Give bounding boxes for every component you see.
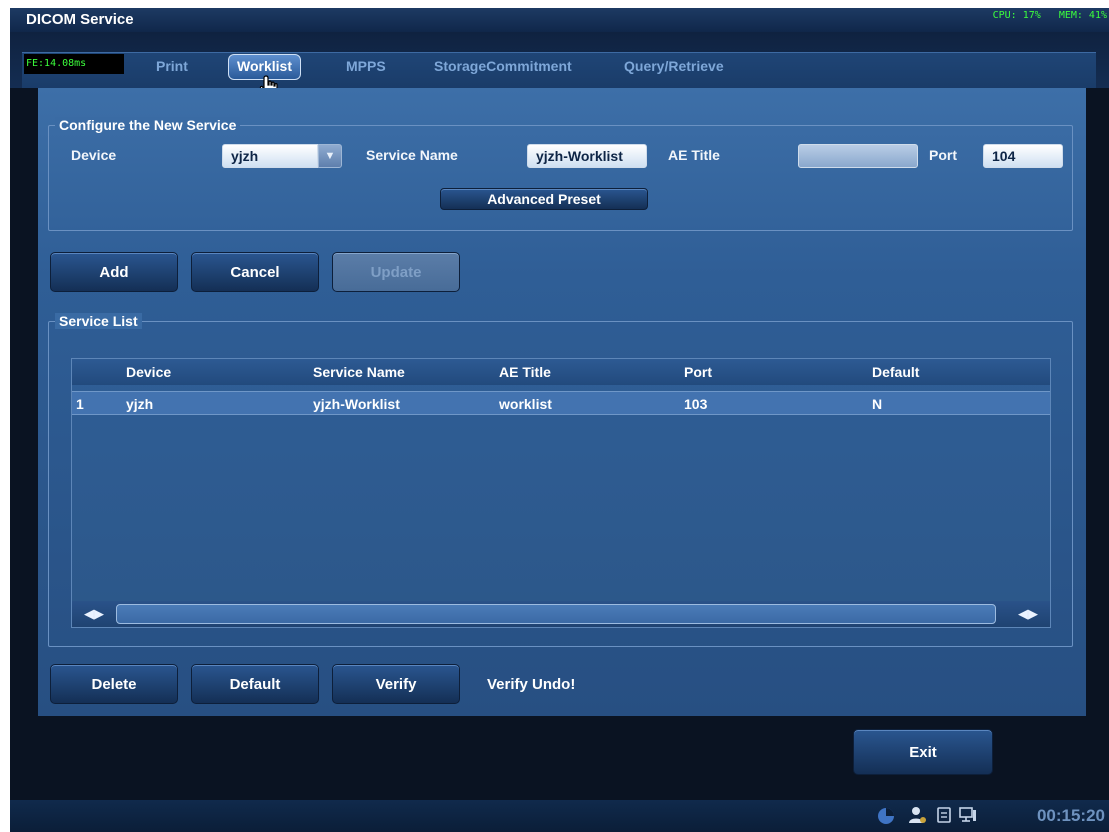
network-icon[interactable] (958, 804, 978, 826)
scroll-track[interactable] (116, 604, 996, 624)
row-device: yjzh (126, 396, 154, 412)
configure-group-legend: Configure the New Service (55, 117, 241, 133)
table-row[interactable]: 1 yjzh yjzh-Worklist worklist 103 N (72, 391, 1050, 415)
mem-readout: MEM: 41% (1058, 10, 1107, 21)
column-default[interactable]: Default (872, 364, 919, 380)
configure-group: Configure the New Service (48, 117, 1073, 231)
device-label: Device (71, 147, 117, 163)
tab-mpps[interactable]: MPPS (346, 58, 386, 74)
cpu-readout: CPU: 17% (992, 10, 1041, 21)
advanced-preset-button[interactable]: Advanced Preset (440, 188, 648, 210)
column-port[interactable]: Port (684, 364, 712, 380)
default-button[interactable]: Default (191, 664, 319, 704)
disk-usage-icon[interactable] (876, 804, 896, 826)
column-device[interactable]: Device (126, 364, 171, 380)
service-name-input[interactable] (527, 144, 647, 168)
service-name-label: Service Name (366, 147, 458, 163)
add-button[interactable]: Add (50, 252, 178, 292)
row-default: N (872, 396, 883, 412)
row-service-name: yjzh-Worklist (313, 396, 400, 412)
row-port: 103 (684, 396, 708, 412)
ae-title-input[interactable] (798, 144, 918, 168)
tab-print[interactable]: Print (156, 58, 188, 74)
ae-title-label: AE Title (668, 147, 720, 163)
port-label: Port (929, 147, 957, 163)
verify-button[interactable]: Verify (332, 664, 460, 704)
exit-button[interactable]: Exit (853, 729, 993, 775)
user-icon[interactable] (908, 804, 928, 826)
frame-time-readout: FE:14.08ms (24, 54, 124, 74)
tab-storage-commitment[interactable]: StorageCommitment (434, 58, 572, 74)
clock: 00:15:20 (1036, 806, 1105, 825)
update-button: Update (332, 252, 460, 292)
verify-status-text: Verify Undo! (487, 676, 576, 693)
window-title: DICOM Service (26, 11, 134, 28)
table-header: Device Service Name AE Title Port Defaul… (72, 359, 1050, 385)
tab-strip: FE:14.08ms Print Worklist MPPS StorageCo… (10, 32, 1109, 88)
cancel-button[interactable]: Cancel (191, 252, 319, 292)
screen-border-top (0, 0, 1109, 8)
device-select[interactable] (222, 144, 318, 168)
tab-query-retrieve[interactable]: Query/Retrieve (624, 58, 724, 74)
service-table: Device Service Name AE Title Port Defaul… (71, 358, 1051, 628)
column-service-name[interactable]: Service Name (313, 364, 405, 380)
title-bar: DICOM Service CPU: 17% MEM: 41% (10, 8, 1109, 32)
row-index: 1 (76, 396, 84, 412)
chevron-down-icon[interactable]: ▼ (318, 144, 342, 168)
delete-button[interactable]: Delete (50, 664, 178, 704)
column-ae-title[interactable]: AE Title (499, 364, 551, 380)
system-stats: CPU: 17% MEM: 41% (981, 10, 1107, 21)
scroll-left-right-icon[interactable]: ◀▶ (74, 604, 114, 624)
row-ae-title: worklist (499, 396, 552, 412)
scroll-left-right-icon-end[interactable]: ◀▶ (1008, 604, 1048, 624)
horizontal-scrollbar[interactable]: ◀▶ ◀▶ (72, 601, 1050, 627)
service-list-legend: Service List (55, 313, 142, 329)
taskbar: 00:15:20 (10, 800, 1109, 832)
print-queue-icon[interactable] (934, 804, 954, 826)
screen-border-left (0, 0, 10, 832)
port-input[interactable] (983, 144, 1063, 168)
